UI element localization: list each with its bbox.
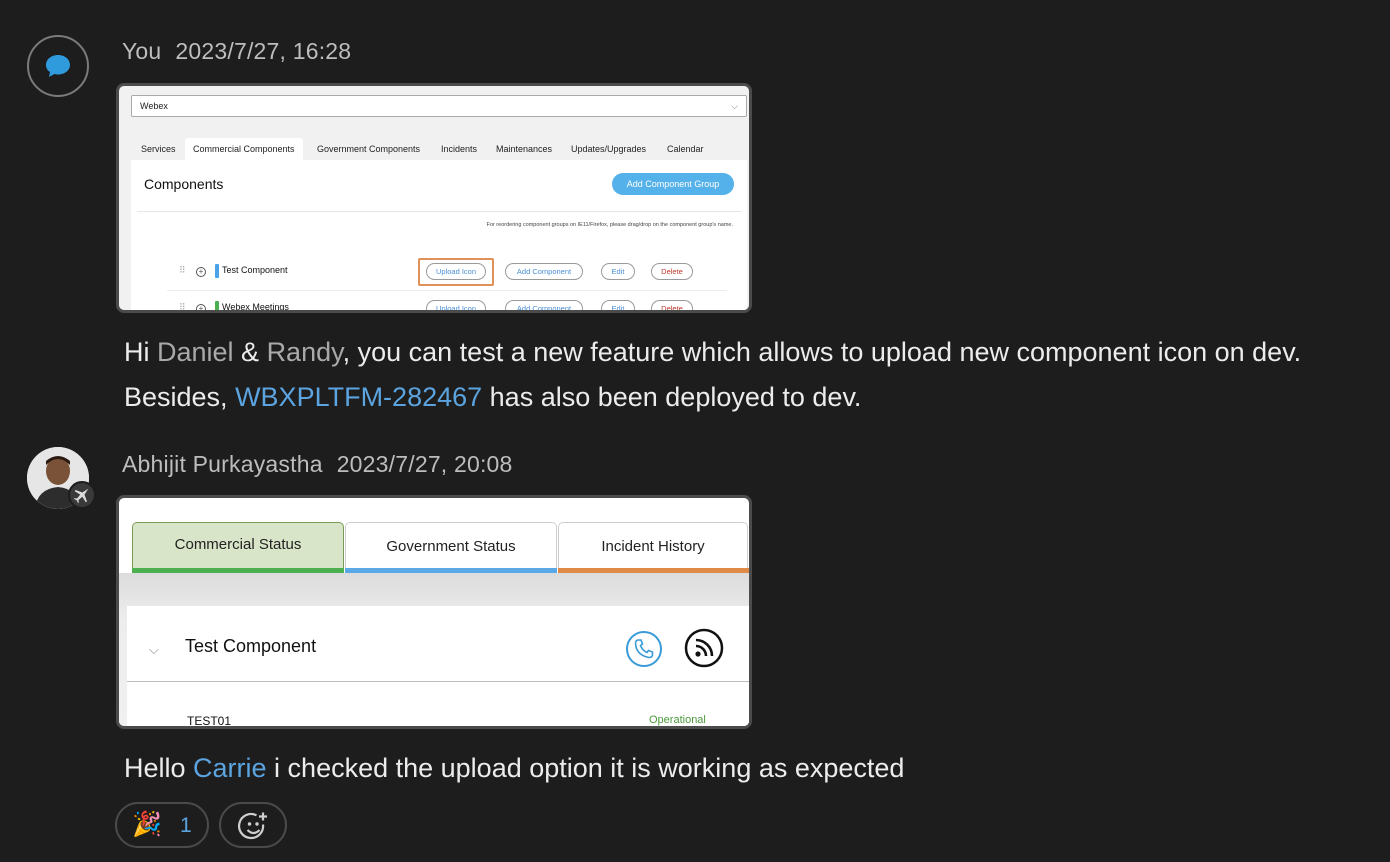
sender-name[interactable]: You xyxy=(122,38,161,64)
tab-maintenances: Maintenances xyxy=(496,144,553,154)
reorder-note: For reordering component groups on IE11/… xyxy=(486,222,733,228)
message-header: Abhijit Purkayastha 2023/7/27, 20:08 xyxy=(122,451,513,478)
message-text: Hi Daniel & Randy, you can test a new fe… xyxy=(124,330,1301,420)
tab-services: Services xyxy=(141,144,176,154)
phone-icon xyxy=(626,631,662,667)
tab-calendar: Calendar xyxy=(667,144,704,154)
delete-button: Delete xyxy=(651,300,693,310)
tab-partial xyxy=(749,522,752,568)
reaction-party[interactable]: 🎉 1 xyxy=(115,802,209,848)
component-name: Webex Meetings xyxy=(222,302,289,312)
drag-handle-icon: ⠿ xyxy=(179,302,186,312)
text-segment: i checked the upload option it is workin… xyxy=(266,753,905,783)
tab-commercial-components: Commercial Components xyxy=(185,138,303,160)
chat-bubble-icon xyxy=(46,55,70,77)
highlight-box xyxy=(418,258,494,286)
add-component-button: Add Component xyxy=(505,263,583,280)
text-segment: Hi xyxy=(124,337,157,367)
component-color-bar xyxy=(215,264,219,278)
message-line: Hi Daniel & Randy, you can test a new fe… xyxy=(124,330,1301,375)
upload-icon-button: Upload Icon xyxy=(426,300,486,310)
component-row: ⠿ + Webex Meetings Upload Icon Add Compo… xyxy=(131,297,747,312)
sub-component-name: TEST01 xyxy=(187,714,232,728)
party-popper-icon: 🎉 xyxy=(132,811,162,838)
plus-circle-icon: + xyxy=(196,304,206,310)
feed-icon xyxy=(684,628,724,668)
timestamp: 2023/7/27, 20:08 xyxy=(336,451,513,477)
component-name: Test Component xyxy=(185,636,317,656)
tab-updates-upgrades: Updates/Upgrades xyxy=(571,144,647,154)
text-segment: Besides, xyxy=(124,382,236,412)
mention-daniel[interactable]: Daniel xyxy=(157,337,234,367)
text-segment: Hello xyxy=(124,753,194,783)
tab-commercial-status: Commercial Status xyxy=(132,522,344,568)
component-row: ⠿ + Test Component Upload Icon Add Compo… xyxy=(131,258,747,286)
ticket-link[interactable]: WBXPLTFM-282467 xyxy=(235,382,482,412)
component-color-bar xyxy=(215,301,219,310)
chevron-down-icon: ⌵ xyxy=(731,101,738,111)
status-badge: Operational xyxy=(649,714,706,726)
component-card: ⌵ Test Component TEST01 Operational xyxy=(127,606,749,728)
delete-button: Delete xyxy=(651,263,693,280)
divider xyxy=(127,681,749,682)
sender-name[interactable]: Abhijit Purkayastha xyxy=(122,451,323,477)
message-text: Hello Carrie i checked the upload option… xyxy=(124,746,904,791)
add-reaction-button[interactable] xyxy=(219,802,287,848)
message-header: You 2023/7/27, 16:28 xyxy=(122,38,351,65)
tab-government-components: Government Components xyxy=(317,144,421,154)
attachment-image[interactable]: Commercial Status Government Status Inci… xyxy=(116,495,752,729)
mention-randy[interactable]: Randy xyxy=(267,337,343,367)
component-name: Test Component xyxy=(222,265,288,275)
product-select-value: Webex xyxy=(140,101,168,111)
text-segment: , you can test a new feature which allow… xyxy=(342,337,1302,367)
tab-incidents: Incidents xyxy=(441,144,478,154)
message-line: Besides, WBXPLTFM-282467 has also been d… xyxy=(124,375,1301,420)
add-component-button: Add Component xyxy=(505,300,583,310)
tab-government-status: Government Status xyxy=(345,522,557,568)
row-divider xyxy=(167,290,727,291)
components-panel: Components Add Component Group For reord… xyxy=(131,160,747,312)
edit-button: Edit xyxy=(601,300,635,310)
chevron-down-icon: ⌵ xyxy=(149,642,159,657)
text-segment: has also been deployed to dev. xyxy=(482,382,862,412)
avatar[interactable] xyxy=(27,35,89,97)
plus-circle-icon: + xyxy=(196,267,206,277)
reaction-count: 1 xyxy=(180,814,192,837)
tab-incident-history: Incident History xyxy=(558,522,748,568)
add-component-group-button: Add Component Group xyxy=(612,173,734,195)
airplane-icon xyxy=(73,488,89,504)
section-title: Components xyxy=(144,176,224,192)
divider xyxy=(137,211,741,212)
add-reaction-icon xyxy=(238,812,267,840)
text-segment: & xyxy=(233,337,267,367)
edit-button: Edit xyxy=(601,263,635,280)
presence-badge xyxy=(68,481,96,509)
product-select: Webex ⌵ xyxy=(131,95,747,117)
attachment-image[interactable]: Webex ⌵ Services Commercial Components G… xyxy=(116,83,752,313)
mention-carrie[interactable]: Carrie xyxy=(193,753,267,783)
timestamp: 2023/7/27, 16:28 xyxy=(175,38,352,64)
drag-handle-icon: ⠿ xyxy=(179,265,186,275)
